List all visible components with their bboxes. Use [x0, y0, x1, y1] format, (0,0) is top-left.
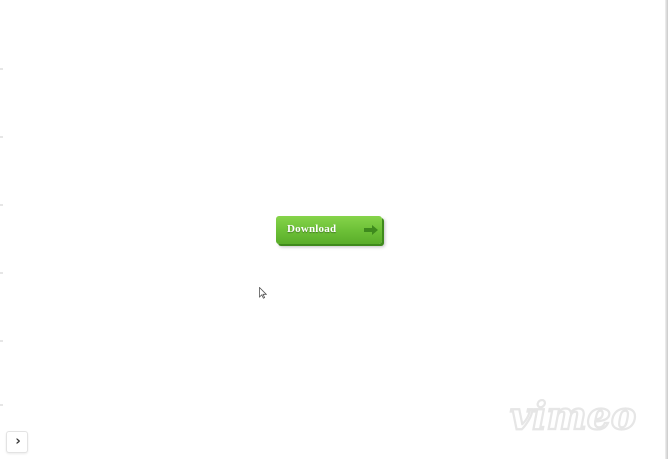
left-edge-marks: [0, 0, 4, 459]
mouse-pointer-icon: [259, 287, 267, 299]
vimeo-watermark-text: vimeo: [510, 399, 636, 437]
video-frame: Download vimeo ›: [0, 0, 668, 459]
download-button[interactable]: Download: [276, 216, 382, 244]
vimeo-watermark-logo: vimeo: [509, 399, 637, 437]
download-button-label: Download: [287, 223, 337, 235]
arrow-right-icon: [364, 225, 378, 235]
chevron-right-icon: ›: [15, 434, 21, 449]
expand-panel-button[interactable]: ›: [6, 431, 28, 453]
